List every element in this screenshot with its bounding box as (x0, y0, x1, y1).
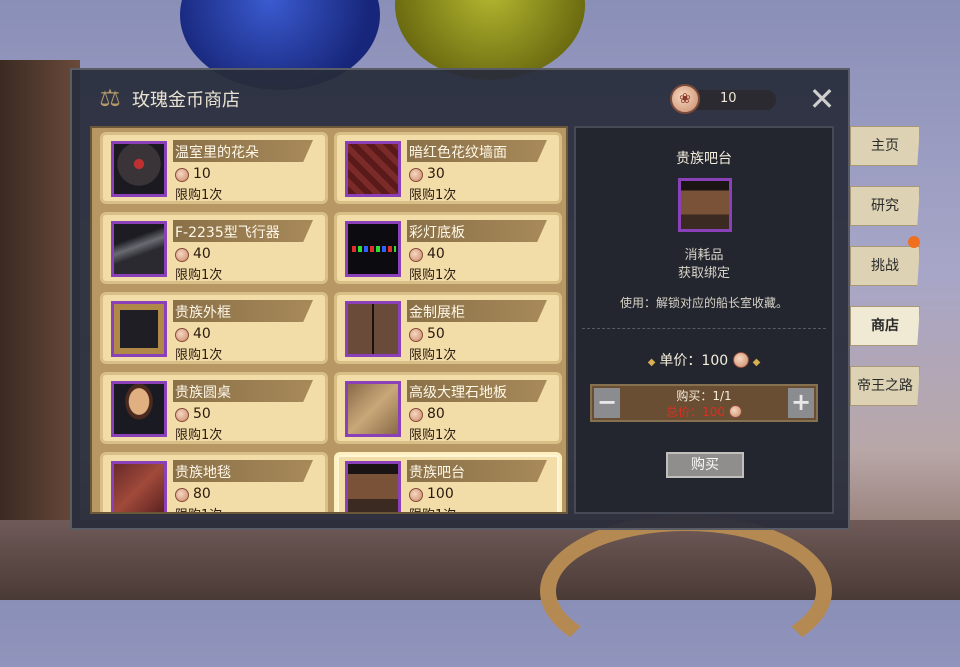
rose-coin-icon (175, 168, 189, 182)
rose-coin-icon: ❀ (670, 84, 700, 114)
item-name: 贵族外框 (175, 305, 231, 321)
detail-item-type: 消耗品 (684, 248, 724, 263)
buy-button[interactable]: 购买 (666, 452, 744, 478)
rose-coin-icon (409, 488, 423, 502)
item-price: 40 (193, 326, 211, 342)
rose-coin-icon (728, 405, 742, 418)
wallpaper-icon (345, 141, 401, 197)
close-icon[interactable]: ✕ (806, 83, 838, 116)
item-card[interactable]: 贵族外框 40 限购1次 (100, 292, 328, 364)
item-name: 金制展柜 (409, 305, 465, 321)
item-limit: 限购1次 (175, 428, 223, 443)
unit-price-label: 单价：100 (659, 353, 729, 369)
page-title: 玫瑰金币商店 (132, 90, 240, 111)
item-name: 彩灯底板 (409, 225, 465, 241)
background-ring (540, 515, 832, 667)
item-card[interactable]: 高级大理石地板 80 限购1次 (334, 372, 562, 444)
tab-challenge[interactable]: 挑战 (850, 246, 920, 286)
item-price: 40 (193, 246, 211, 262)
item-price: 50 (193, 406, 211, 422)
rose-coin-icon (409, 328, 423, 342)
rose-dome-icon (111, 141, 167, 197)
item-limit: 限购1次 (409, 268, 457, 283)
item-name: 贵族吧台 (409, 465, 465, 481)
cabinet-icon (345, 301, 401, 357)
item-name: 贵族地毯 (175, 465, 231, 481)
item-card[interactable]: 贵族地毯 80 限购1次 (100, 452, 328, 512)
shop-window: ⚖ 玫瑰金币商店 ❀ 10 ✕ 温室里的花朵 10 限购1次 暗红色花纹墙面 3… (70, 68, 850, 530)
scale-icon: ⚖ (99, 84, 121, 112)
bar-counter-icon (678, 178, 732, 232)
item-card[interactable]: 金制展柜 50 限购1次 (334, 292, 562, 364)
rose-coin-icon (409, 248, 423, 262)
tab-shop[interactable]: 商店 (850, 306, 920, 346)
item-card-selected[interactable]: 贵族吧台 100 限购1次 (334, 452, 562, 512)
item-limit: 限购1次 (409, 428, 457, 443)
increase-button[interactable]: + (788, 388, 814, 418)
item-name: 贵族圆桌 (175, 385, 231, 401)
total-price-label: 总价：100 (666, 405, 726, 419)
item-limit: 限购1次 (175, 504, 222, 512)
quantity-stepper: − 购买：1/1 总价：100 + (590, 384, 818, 422)
notification-badge (908, 236, 920, 248)
titlebar: ⚖ 玫瑰金币商店 ❀ 10 ✕ (72, 70, 848, 126)
rose-coin-icon (732, 352, 749, 368)
diamond-icon: ◆ (647, 357, 656, 368)
item-name: 暗红色花纹墙面 (409, 145, 507, 161)
item-price: 50 (427, 326, 445, 342)
detail-item-name: 贵族吧台 (676, 151, 732, 167)
background-building (0, 60, 80, 600)
rose-coin-icon (409, 168, 423, 182)
item-card[interactable]: 彩灯底板 40 限购1次 (334, 212, 562, 284)
item-price: 30 (427, 166, 445, 182)
item-name: 温室里的花朵 (175, 145, 259, 161)
bar-counter-icon (345, 461, 401, 512)
colored-lights-icon (345, 221, 401, 277)
carpet-icon (111, 461, 167, 512)
item-limit: 限购1次 (409, 188, 457, 203)
item-price: 10 (193, 166, 211, 182)
item-limit: 限购1次 (175, 188, 223, 203)
item-price: 40 (427, 246, 445, 262)
item-name: 高级大理石地板 (409, 385, 507, 401)
round-table-icon (111, 381, 167, 437)
rose-coin-icon (175, 488, 189, 502)
item-limit: 限购1次 (409, 504, 456, 512)
item-card[interactable]: 贵族圆桌 50 限购1次 (100, 372, 328, 444)
rose-coin-icon (175, 408, 189, 422)
total-price: 总价：100 (592, 403, 816, 420)
diamond-icon: ◆ (752, 357, 761, 368)
airship-icon (111, 221, 167, 277)
item-limit: 限购1次 (175, 268, 223, 283)
rose-coin-icon (175, 248, 189, 262)
item-name: F-2235型飞行器 (175, 225, 280, 241)
item-detail-panel: 贵族吧台 消耗品 获取绑定 使用：解锁对应的船长室收藏。 ◆ 单价：100 ◆ −… (574, 126, 834, 514)
item-limit: 限购1次 (175, 348, 223, 363)
tab-home[interactable]: 主页 (850, 126, 920, 166)
detail-description: 使用：解锁对应的船长室收藏。 (619, 296, 788, 310)
item-grid: 温室里的花朵 10 限购1次 暗红色花纹墙面 30 限购1次 F-2235型飞行… (90, 126, 568, 514)
item-price: 80 (193, 486, 211, 502)
divider (582, 328, 826, 329)
currency-amount: 10 (720, 91, 737, 106)
unit-price: ◆ 单价：100 ◆ (576, 350, 832, 370)
item-price: 100 (427, 486, 454, 502)
marble-floor-icon (345, 381, 401, 437)
quantity-label: 购买：1/1 (676, 389, 732, 403)
item-card[interactable]: 暗红色花纹墙面 30 限购1次 (334, 132, 562, 204)
tab-emperor-road[interactable]: 帝王之路 (850, 366, 920, 406)
tab-research[interactable]: 研究 (850, 186, 920, 226)
rose-coin-icon (409, 408, 423, 422)
rose-coin-icon (175, 328, 189, 342)
frame-icon (111, 301, 167, 357)
item-price: 80 (427, 406, 445, 422)
item-limit: 限购1次 (409, 348, 457, 363)
item-card[interactable]: 温室里的花朵 10 限购1次 (100, 132, 328, 204)
detail-bind-type: 获取绑定 (677, 266, 730, 281)
item-card[interactable]: F-2235型飞行器 40 限购1次 (100, 212, 328, 284)
